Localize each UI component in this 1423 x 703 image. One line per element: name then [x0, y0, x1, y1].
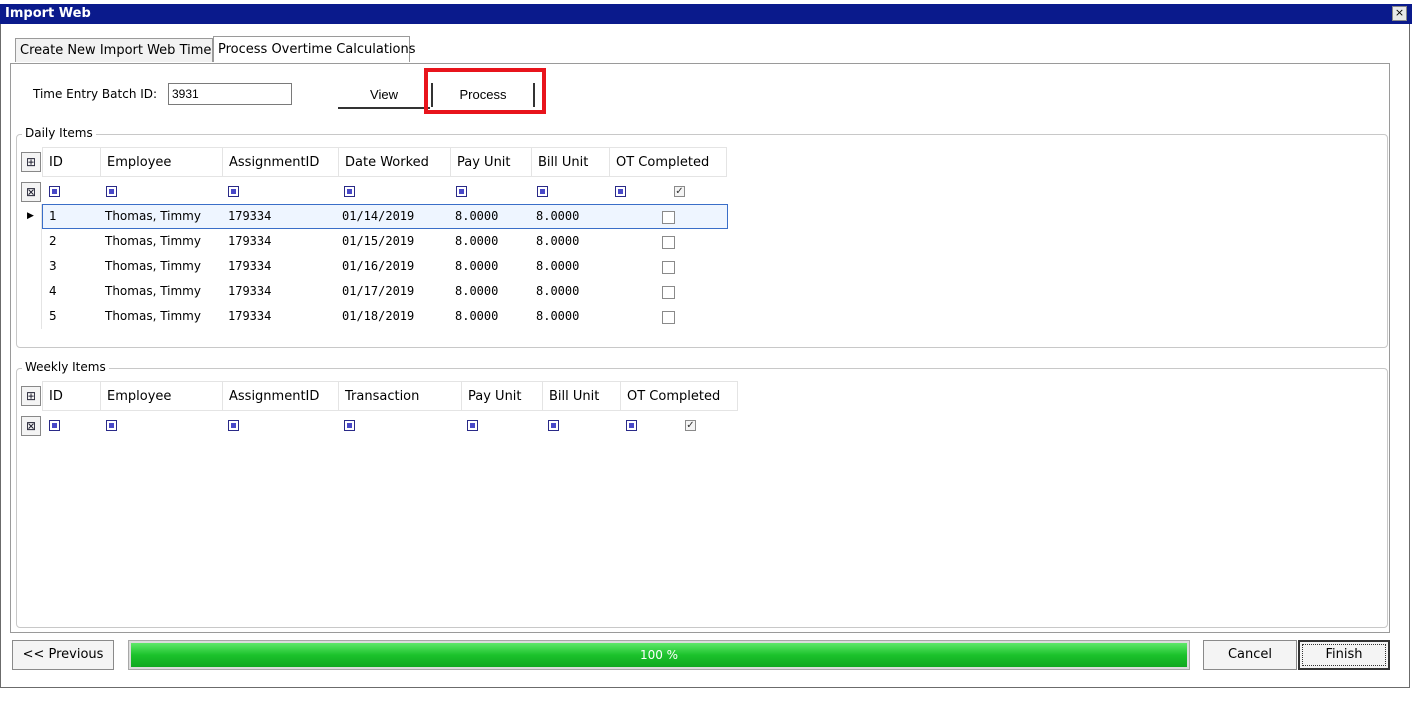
row-employee: Thomas, Timmy	[105, 309, 201, 323]
row-bill-unit: 8.0000	[536, 259, 580, 273]
daily-col-employee[interactable]: Employee	[100, 147, 240, 177]
filter-icon[interactable]	[344, 186, 355, 197]
daily-col-date-worked[interactable]: Date Worked	[338, 147, 468, 177]
filter-icon[interactable]	[615, 186, 626, 197]
row-bill-unit: 8.0000	[536, 234, 580, 248]
row-pay-unit: 8.0000	[455, 234, 499, 248]
row-employee: Thomas, Timmy	[105, 234, 201, 248]
ot-completed-checkbox[interactable]	[662, 261, 675, 274]
weekly-items-grid: ⊞ ID Employee AssignmentID Transaction P…	[20, 381, 742, 441]
weekly-col-employee[interactable]: Employee	[100, 381, 240, 411]
filter-icon[interactable]	[467, 420, 478, 431]
filter-icon[interactable]	[49, 420, 60, 431]
weekly-col-ot-completed[interactable]: OT Completed	[620, 381, 738, 411]
row-pay-unit: 8.0000	[455, 259, 499, 273]
window-title: Import Web	[0, 4, 1412, 24]
row-header[interactable]	[20, 304, 42, 329]
weekly-items-title: Weekly Items	[22, 360, 109, 374]
row-header[interactable]	[20, 254, 42, 279]
tab-create-new-import-web-time[interactable]: Create New Import Web Time	[15, 38, 213, 62]
row-header[interactable]	[20, 229, 42, 254]
column-chooser-icon[interactable]: ⊞	[21, 152, 41, 172]
daily-col-ot-completed[interactable]: OT Completed	[609, 147, 727, 177]
row-employee: Thomas, Timmy	[105, 209, 201, 223]
previous-button[interactable]: << Previous	[12, 640, 114, 670]
progress-text: 100 %	[639, 648, 679, 662]
row-id: 4	[49, 284, 57, 298]
row-header[interactable]	[20, 279, 42, 304]
row-bill-unit: 8.0000	[536, 284, 580, 298]
row-date: 01/18/2019	[342, 309, 415, 323]
filter-icon[interactable]	[106, 186, 117, 197]
filter-icon[interactable]	[456, 186, 467, 197]
filter-icon[interactable]	[344, 420, 355, 431]
progress-bar: 100 %	[128, 640, 1190, 670]
batch-id-label: Time Entry Batch ID:	[33, 87, 158, 101]
row-id: 2	[49, 234, 57, 248]
ot-completed-checkbox[interactable]	[662, 236, 675, 249]
process-highlight-box	[424, 68, 546, 114]
view-button[interactable]: View	[338, 83, 430, 109]
row-employee: Thomas, Timmy	[105, 259, 201, 273]
cancel-button[interactable]: Cancel	[1203, 640, 1297, 670]
row-pay-unit: 8.0000	[455, 309, 499, 323]
filter-row-icon[interactable]: ⊠	[21, 182, 41, 202]
weekly-col-transaction[interactable]: Transaction	[338, 381, 480, 411]
filter-icon[interactable]	[228, 420, 239, 431]
row-employee: Thomas, Timmy	[105, 284, 201, 298]
column-chooser-icon[interactable]: ⊞	[21, 386, 41, 406]
row-date: 01/17/2019	[342, 284, 415, 298]
row-assignment: 179334	[228, 209, 272, 223]
daily-items-title: Daily Items	[22, 126, 96, 140]
filter-icon[interactable]	[537, 186, 548, 197]
filter-icon[interactable]	[548, 420, 559, 431]
filter-row-icon[interactable]: ⊠	[21, 416, 41, 436]
row-date: 01/14/2019	[342, 209, 415, 223]
ot-completed-checkbox[interactable]	[662, 211, 675, 224]
close-window-button[interactable]: ×	[1392, 6, 1407, 21]
tab-process-overtime-calculations[interactable]: Process Overtime Calculations	[213, 36, 416, 62]
row-assignment: 179334	[228, 259, 272, 273]
row-assignment: 179334	[228, 234, 272, 248]
daily-items-grid: ⊞ ID Employee AssignmentID Date Worked P…	[20, 147, 730, 329]
filter-icon[interactable]	[626, 420, 637, 431]
row-bill-unit: 8.0000	[536, 209, 580, 223]
row-assignment: 179334	[228, 309, 272, 323]
row-id: 1	[49, 209, 57, 223]
row-date: 01/16/2019	[342, 259, 415, 273]
row-assignment: 179334	[228, 284, 272, 298]
row-id: 3	[49, 259, 57, 273]
row-pay-unit: 8.0000	[455, 284, 499, 298]
batch-id-input[interactable]: 3931	[168, 83, 292, 105]
finish-button[interactable]: Finish	[1298, 640, 1390, 670]
ot-filter-checkbox[interactable]: ✓	[685, 420, 696, 431]
row-bill-unit: 8.0000	[536, 309, 580, 323]
row-pointer-icon: ▶	[20, 204, 42, 229]
filter-icon[interactable]	[228, 186, 239, 197]
ot-completed-checkbox[interactable]	[662, 311, 675, 324]
ot-filter-checkbox[interactable]: ✓	[674, 186, 685, 197]
ot-completed-checkbox[interactable]	[662, 286, 675, 299]
filter-icon[interactable]	[49, 186, 60, 197]
row-id: 5	[49, 309, 57, 323]
row-pay-unit: 8.0000	[455, 209, 499, 223]
filter-icon[interactable]	[106, 420, 117, 431]
row-date: 01/15/2019	[342, 234, 415, 248]
